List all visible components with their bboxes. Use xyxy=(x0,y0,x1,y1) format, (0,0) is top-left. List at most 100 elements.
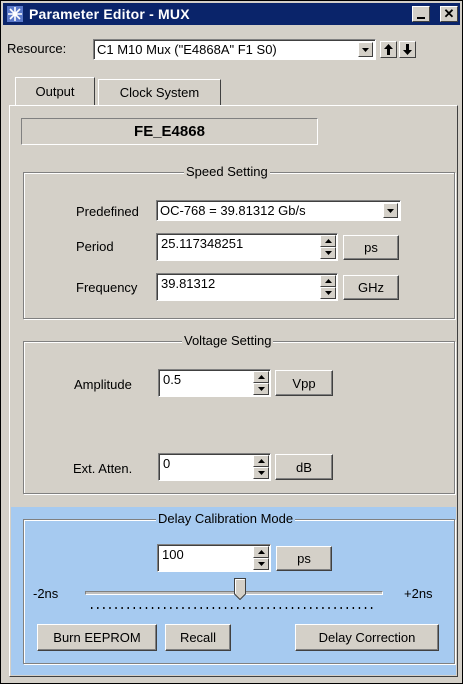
slider-tick xyxy=(364,607,367,609)
slider-tick xyxy=(310,607,312,609)
slider-tick xyxy=(285,607,288,609)
slider-max-label: +2ns xyxy=(404,586,433,601)
slider-tick xyxy=(249,607,251,609)
frequency-value: 39.81312 xyxy=(161,276,216,291)
window-title: Parameter Editor - MUX xyxy=(29,6,190,22)
frequency-unit-button[interactable]: GHz xyxy=(343,275,399,300)
slider-tick xyxy=(127,607,129,609)
spin-down-icon[interactable] xyxy=(253,467,269,479)
slider-tick xyxy=(194,607,196,609)
spin-up-icon[interactable] xyxy=(320,235,336,247)
chevron-down-icon[interactable] xyxy=(383,203,398,218)
spin-down-icon[interactable] xyxy=(253,383,269,395)
slider-tick xyxy=(352,607,355,609)
recall-button[interactable]: Recall xyxy=(165,624,231,651)
slider-tick xyxy=(109,607,111,609)
slider-tick xyxy=(145,607,148,609)
slider-tick xyxy=(328,607,330,609)
slider-tick xyxy=(115,607,117,609)
slider-tick xyxy=(151,607,154,609)
keysight-star-icon xyxy=(7,6,23,22)
predefined-value: OC-768 = 39.81312 Gb/s xyxy=(160,203,306,218)
slider-tick xyxy=(303,607,306,609)
frequency-spinner[interactable] xyxy=(320,275,336,299)
slider-min-label: -2ns xyxy=(33,586,59,601)
slider-tick xyxy=(188,607,190,609)
predefined-select[interactable]: OC-768 = 39.81312 Gb/s xyxy=(156,200,401,221)
slider-tick xyxy=(182,607,184,609)
slider-tick xyxy=(273,607,275,609)
ext-atten-input[interactable]: 0 xyxy=(158,453,271,481)
ext-atten-unit-button[interactable]: dB xyxy=(275,454,333,480)
arrow-up-icon xyxy=(384,44,393,55)
amplitude-input[interactable]: 0.5 xyxy=(158,369,271,397)
ext-atten-spinner[interactable] xyxy=(253,455,269,479)
slider-tick xyxy=(291,607,294,609)
slider-tick xyxy=(230,607,233,609)
speed-setting-title: Speed Setting xyxy=(184,164,270,179)
resource-select[interactable]: C1 M10 Mux ("E4868A" F1 S0) xyxy=(93,39,376,60)
slider-tick xyxy=(206,607,209,609)
period-unit-button[interactable]: ps xyxy=(343,235,399,260)
spin-up-icon[interactable] xyxy=(253,455,269,467)
slider-tick xyxy=(261,607,263,609)
period-spinner[interactable] xyxy=(320,235,336,259)
predefined-label: Predefined xyxy=(76,204,139,219)
spin-down-icon[interactable] xyxy=(320,287,336,299)
slider-tick xyxy=(121,607,123,609)
delay-slider-thumb[interactable] xyxy=(234,578,246,600)
parameter-editor-window: Parameter Editor - MUX ✕ Resource: C1 M1… xyxy=(0,0,463,684)
slider-tick xyxy=(200,607,202,609)
device-name: FE_E4868 xyxy=(21,118,318,145)
tab-clock-system[interactable]: Clock System xyxy=(98,79,221,105)
voltage-setting-title: Voltage Setting xyxy=(182,333,274,348)
delay-spinner[interactable] xyxy=(253,546,269,570)
minimize-button[interactable] xyxy=(412,6,430,22)
slider-tick xyxy=(297,607,300,609)
tab-output[interactable]: Output xyxy=(15,77,95,105)
period-input[interactable]: 25.117348251 xyxy=(156,233,338,261)
resource-label: Resource: xyxy=(7,41,67,56)
spin-down-icon[interactable] xyxy=(320,247,336,259)
delay-calibration-title: Delay Calibration Mode xyxy=(156,511,296,526)
spin-down-icon[interactable] xyxy=(253,558,269,570)
delay-value: 100 xyxy=(162,547,184,562)
slider-tick xyxy=(340,607,342,609)
chevron-down-icon[interactable] xyxy=(358,42,373,57)
spin-up-icon[interactable] xyxy=(253,371,269,383)
amplitude-unit-button[interactable]: Vpp xyxy=(275,370,333,396)
amplitude-value: 0.5 xyxy=(163,372,182,387)
slider-tick xyxy=(91,607,93,609)
ext-atten-label: Ext. Atten. xyxy=(73,461,133,476)
frequency-label: Frequency xyxy=(76,280,138,295)
spin-up-icon[interactable] xyxy=(253,546,269,558)
close-icon: ✕ xyxy=(443,6,455,21)
title-bar[interactable]: Parameter Editor - MUX ✕ xyxy=(3,3,460,25)
resource-prev-button[interactable] xyxy=(380,41,397,58)
slider-tick xyxy=(103,607,105,609)
period-label: Period xyxy=(76,239,114,254)
delay-correction-button[interactable]: Delay Correction xyxy=(295,624,439,651)
resource-next-button[interactable] xyxy=(399,41,416,58)
resource-value: C1 M10 Mux ("E4868A" F1 S0) xyxy=(97,42,277,57)
arrow-down-icon xyxy=(403,44,412,55)
ext-atten-value: 0 xyxy=(163,456,171,471)
close-button[interactable]: ✕ xyxy=(440,6,458,22)
frequency-input[interactable]: 39.81312 xyxy=(156,273,338,301)
slider-tick xyxy=(255,607,257,609)
slider-ticks xyxy=(91,607,373,609)
slider-tick xyxy=(346,607,348,609)
minimize-icon xyxy=(417,16,425,19)
slider-tick xyxy=(164,607,166,609)
slider-tick xyxy=(133,607,135,609)
slider-tick xyxy=(243,607,245,609)
spin-up-icon[interactable] xyxy=(320,275,336,287)
delay-input[interactable]: 100 xyxy=(157,544,271,572)
slider-tick xyxy=(97,607,99,609)
burn-eeprom-button[interactable]: Burn EEPROM xyxy=(37,624,157,651)
delay-unit-button[interactable]: ps xyxy=(276,546,332,571)
slider-tick xyxy=(358,607,361,609)
amplitude-spinner[interactable] xyxy=(253,371,269,395)
slider-tick xyxy=(139,607,142,609)
period-value: 25.117348251 xyxy=(161,236,244,251)
